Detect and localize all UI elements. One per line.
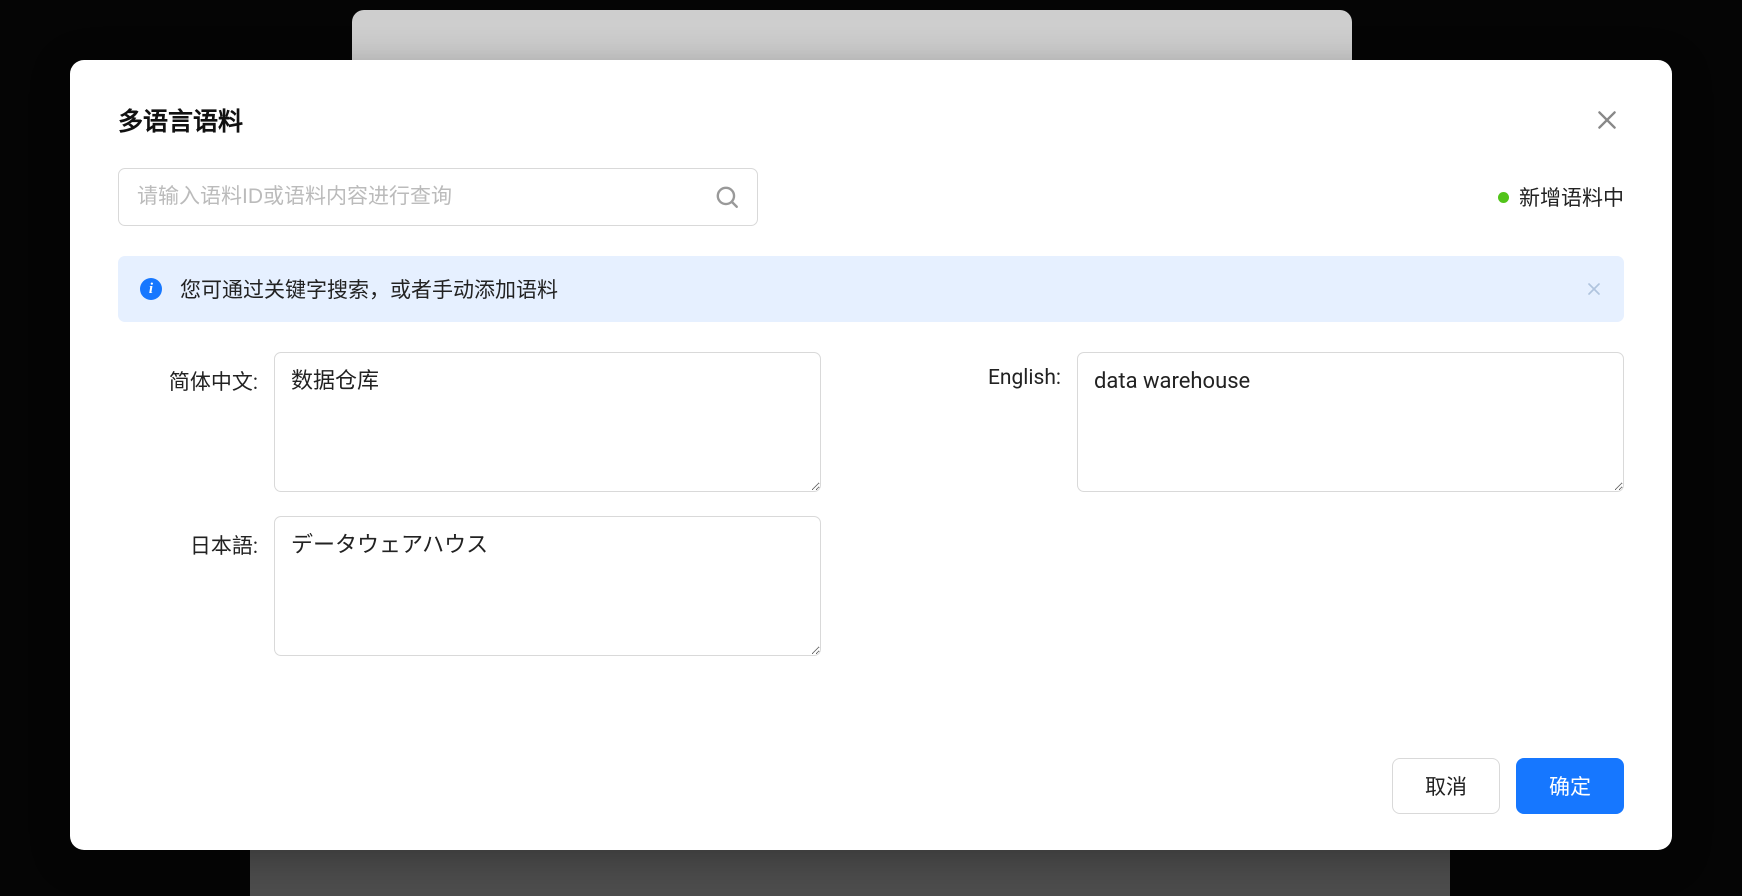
status-text: 新增语料中 (1519, 182, 1624, 212)
search-wrapper (118, 168, 758, 226)
cancel-button[interactable]: 取消 (1392, 758, 1500, 814)
field-label-en: English: (921, 352, 1061, 390)
info-icon: i (140, 278, 162, 300)
textarea-english[interactable] (1077, 352, 1624, 492)
search-input[interactable] (118, 168, 758, 226)
modal-footer: 取消 确定 (118, 758, 1624, 814)
info-alert: i 您可通过关键字搜索，或者手动添加语料 (118, 256, 1624, 322)
textarea-simplified-chinese[interactable] (274, 352, 821, 492)
field-simplified-chinese: 简体中文: (118, 352, 821, 492)
close-button[interactable] (1590, 103, 1624, 137)
modal-header: 多语言语料 (118, 102, 1624, 138)
field-english: English: (921, 352, 1624, 492)
close-icon (1594, 107, 1620, 133)
confirm-button[interactable]: 确定 (1516, 758, 1624, 814)
alert-close-button[interactable] (1584, 279, 1604, 299)
textarea-japanese[interactable] (274, 516, 821, 656)
info-alert-text: 您可通过关键字搜索，或者手动添加语料 (180, 274, 558, 304)
empty-cell (921, 516, 1624, 656)
field-label-zh: 简体中文: (118, 352, 258, 396)
form-grid: 简体中文: English: 日本語: (118, 352, 1624, 656)
status-indicator: 新增语料中 (1498, 182, 1624, 212)
close-icon (1584, 279, 1604, 299)
toolbar-row: 新增语料中 (118, 168, 1624, 226)
multilingual-corpus-modal: 多语言语料 新增语料中 i 您可通过关键字搜索，或者手动添加语料 (70, 60, 1672, 850)
field-japanese: 日本語: (118, 516, 821, 656)
field-label-ja: 日本語: (118, 516, 258, 560)
status-dot-icon (1498, 192, 1509, 203)
modal-title: 多语言语料 (118, 102, 243, 138)
